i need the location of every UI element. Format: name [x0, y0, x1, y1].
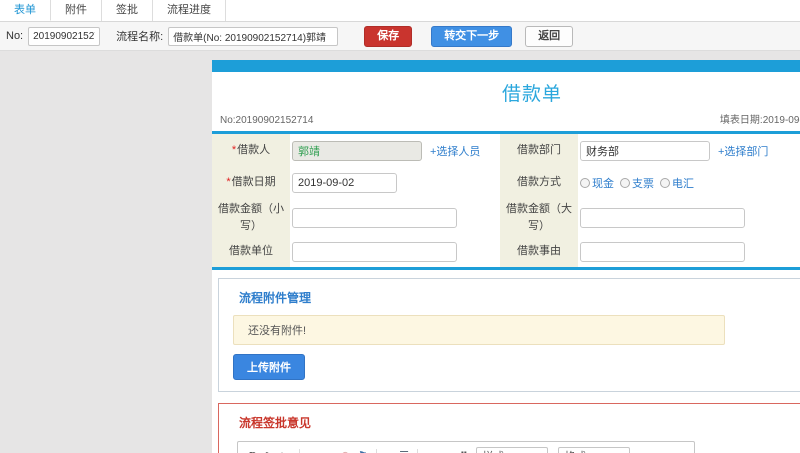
card-top-bar — [212, 60, 800, 72]
outdent-icon[interactable]: ⇤ — [426, 449, 435, 453]
styles-dropdown[interactable]: 样式 ▾ — [476, 447, 549, 453]
form-row-borrower-dept: *借款人 +选择人员 借款部门 +选择部门 — [212, 134, 800, 167]
loan-date-input[interactable] — [292, 173, 397, 193]
amount-lowercase-label: 借款金额（小写） — [212, 199, 290, 237]
form-row-amounts: 借款金额（小写） 借款金额（大写） — [212, 199, 800, 237]
tab-bar: 表单 附件 签批 流程进度 — [0, 0, 800, 22]
amount-lowercase-input[interactable] — [292, 208, 457, 228]
no-input[interactable] — [28, 26, 101, 46]
radio-cash[interactable]: 现金 — [580, 175, 614, 191]
attachment-section: 流程附件管理 还没有附件! 上传附件 — [218, 278, 800, 392]
action-toolbar: No: 流程名称: 保存 转交下一步 返回 — [0, 22, 800, 51]
no-attachment-alert: 还没有附件! — [233, 315, 725, 345]
link-icon[interactable]: ∞ — [325, 449, 333, 453]
back-button[interactable]: 返回 — [525, 25, 574, 47]
unlink-icon[interactable]: ⊘ — [341, 449, 350, 453]
toolbar-separator — [298, 449, 300, 453]
editor-toolbar: B I abc ✏ ∞ ⊘ ⚑ ≡ ☰ ⇤ ⇥ ” 样式 ▾ — [238, 442, 694, 453]
upload-attachment-button[interactable]: 上传附件 — [233, 354, 305, 380]
required-mark: * — [231, 143, 237, 156]
radio-wire-transfer[interactable]: 电汇 — [660, 175, 694, 191]
required-mark: * — [226, 176, 231, 189]
form-meta-row: No:20190902152714 填表日期:2019-09-02 15:27:… — [212, 109, 800, 131]
loan-method-radio-group: 现金 支票 电汇 — [580, 175, 700, 191]
loan-method-label: 借款方式 — [500, 167, 578, 199]
bullet-list-icon[interactable]: ☰ — [399, 449, 409, 453]
amount-uppercase-label: 借款金额（大写） — [500, 199, 578, 237]
radio-circle-icon[interactable] — [660, 178, 670, 188]
process-name-label: 流程名称: — [116, 31, 164, 43]
select-person-link[interactable]: +选择人员 — [430, 143, 480, 159]
forward-next-step-button[interactable]: 转交下一步 — [431, 25, 513, 47]
borrower-label: *借款人 — [212, 134, 290, 167]
approval-comments-section: 流程签批意见 B I abc ✏ ∞ ⊘ ⚑ ≡ ☰ ⇤ ⇥ ” 样式 — [218, 403, 800, 453]
approval-section-header: 流程签批意见 — [239, 416, 312, 430]
loan-reason-label: 借款事由 — [500, 237, 578, 267]
loan-date-label: *借款日期 — [212, 167, 290, 199]
rich-text-editor: B I abc ✏ ∞ ⊘ ⚑ ≡ ☰ ⇤ ⇥ ” 样式 ▾ — [237, 441, 695, 453]
remove-format-icon[interactable]: ✏ — [308, 449, 317, 453]
attachment-section-header: 流程附件管理 — [239, 291, 312, 305]
loan-unit-label: 借款单位 — [212, 237, 290, 267]
tab-form[interactable]: 表单 — [0, 0, 51, 21]
select-department-link[interactable]: +选择部门 — [718, 143, 768, 159]
radio-check[interactable]: 支票 — [620, 175, 654, 191]
loan-unit-input[interactable] — [292, 242, 457, 262]
tab-attachments[interactable]: 附件 — [51, 0, 102, 21]
form-row-date-method: *借款日期 借款方式 现金 支票 电汇 — [212, 167, 800, 199]
loan-form-card: 借款单 No:20190902152714 填表日期:2019-09-02 15… — [212, 60, 800, 453]
strikethrough-icon[interactable]: abc — [276, 449, 291, 453]
italic-icon[interactable]: I — [264, 449, 268, 453]
form-no-text: No:20190902152714 — [220, 115, 314, 126]
radio-circle-icon[interactable] — [620, 178, 630, 188]
numbered-list-icon[interactable]: ≡ — [385, 449, 391, 453]
format-dropdown[interactable]: 格式 ▾ — [558, 447, 631, 453]
toolbar-separator — [375, 449, 377, 453]
save-button[interactable]: 保存 — [364, 25, 413, 47]
loan-reason-input[interactable] — [580, 242, 745, 262]
loan-department-label: 借款部门 — [500, 134, 578, 167]
form-title: 借款单 — [501, 84, 562, 105]
loan-department-input[interactable] — [580, 140, 710, 161]
bold-icon[interactable]: B — [249, 449, 256, 453]
process-name-input[interactable] — [168, 26, 339, 46]
anchor-flag-icon[interactable]: ⚑ — [358, 449, 368, 453]
tab-process-progress[interactable]: 流程进度 — [153, 0, 226, 21]
radio-circle-icon[interactable] — [580, 178, 590, 188]
form-date-text: 填表日期:2019-09-02 15:27:1 — [719, 115, 800, 126]
indent-icon[interactable]: ⇥ — [443, 449, 452, 453]
divider-bottom — [212, 267, 800, 270]
form-row-unit-reason: 借款单位 借款事由 — [212, 237, 800, 267]
toolbar-separator — [416, 449, 418, 453]
borrower-input[interactable] — [292, 140, 422, 161]
tab-approval[interactable]: 签批 — [102, 0, 153, 21]
amount-uppercase-input[interactable] — [580, 208, 745, 228]
no-label: No: — [6, 30, 24, 42]
